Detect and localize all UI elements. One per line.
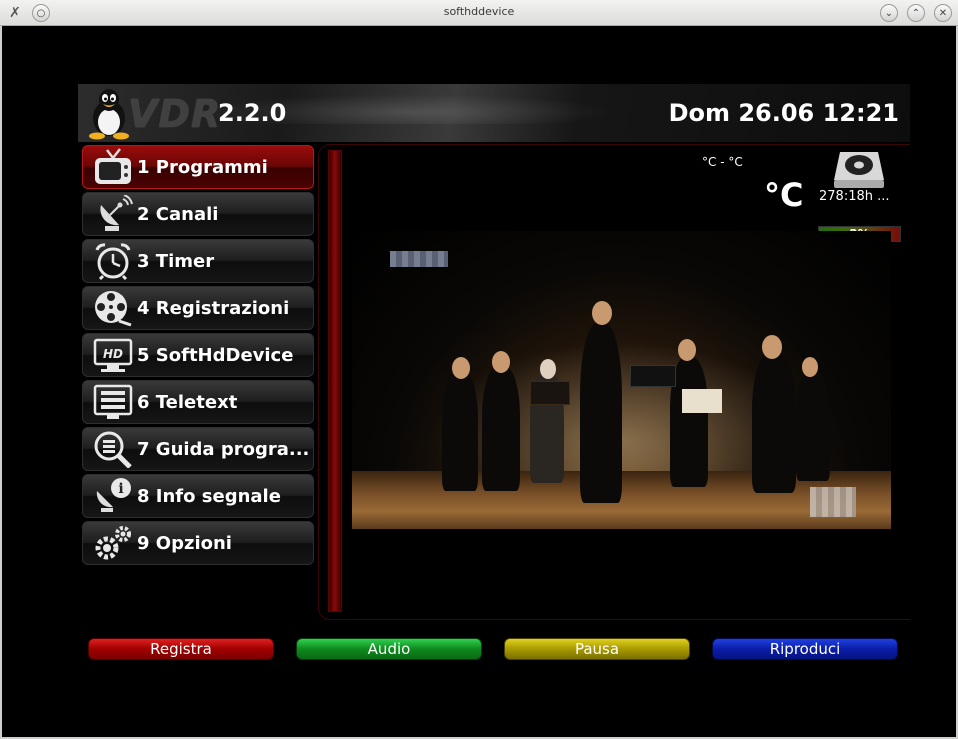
menu-item-label: 4 Registrazioni <box>137 297 290 319</box>
channel-logo-blurred <box>390 251 448 267</box>
svg-text:HD: HD <box>103 347 123 361</box>
close-icon: ✕ <box>938 7 948 19</box>
menu-item-label: 3 Timer <box>137 250 215 272</box>
disk-free-time: 278:18h ... <box>819 189 890 204</box>
maximize-button[interactable]: ⌃ <box>907 4 925 22</box>
alarm-clock-icon <box>89 241 137 281</box>
hd-display-icon: HD <box>89 335 137 375</box>
musician-figure <box>442 371 478 491</box>
hard-disk-icon <box>834 152 884 188</box>
satellite-icon <box>89 194 137 234</box>
window-border-left <box>0 26 2 739</box>
temperature-range: °C - °C <box>702 155 743 169</box>
musician-head <box>540 359 556 379</box>
musician-figure <box>752 353 796 493</box>
scrollbar-track[interactable] <box>328 150 342 612</box>
gears-icon <box>89 523 137 563</box>
conductor-figure <box>580 323 622 503</box>
temperature-value: °C <box>764 176 804 214</box>
svg-text:i: i <box>118 481 123 497</box>
teletext-icon <box>89 382 137 422</box>
menu-item-canali[interactable]: 2 Canali <box>82 192 314 236</box>
close-button[interactable]: ✕ <box>934 4 952 22</box>
conductor-head <box>592 301 612 325</box>
musician-figure <box>482 366 520 491</box>
musician-head <box>678 339 696 361</box>
music-stand <box>530 381 570 405</box>
menu-item-timer[interactable]: 3 Timer <box>82 239 314 283</box>
menu-item-label: 6 Teletext <box>137 391 238 413</box>
tux-penguin-icon <box>89 89 129 140</box>
tv-icon <box>89 147 137 187</box>
menu-item-programmi[interactable]: 1 Programmi <box>82 145 314 189</box>
epg-search-icon <box>89 429 137 469</box>
channel-logo-blurred <box>810 487 856 517</box>
menu-item-label: 9 Opzioni <box>137 532 232 554</box>
vdr-version: 2.2.0 <box>218 99 287 127</box>
signal-info-icon: i <box>89 476 137 516</box>
menu-item-teletext[interactable]: 6 Teletext <box>82 380 314 424</box>
menu-item-registrazioni[interactable]: 4 Registrazioni <box>82 286 314 330</box>
date-time: Dom 26.06 12:21 <box>668 99 899 127</box>
musician-head <box>452 357 470 379</box>
menu-item-softhddevice[interactable]: HD 5 SoftHdDevice <box>82 333 314 377</box>
music-stand <box>630 365 676 387</box>
menu-item-info-segnale[interactable]: i 8 Info segnale <box>82 474 314 518</box>
film-reel-icon <box>89 288 137 328</box>
window-titlebar: ✗ ○ softhddevice ⌄ ⌃ ✕ <box>0 0 958 26</box>
yellow-button-pausa[interactable]: Pausa <box>504 638 690 660</box>
sheet-music <box>682 389 722 413</box>
window-title: softhddevice <box>443 5 515 18</box>
musician-head <box>802 357 818 377</box>
menu-item-label: 8 Info segnale <box>137 485 281 507</box>
menu-item-label: 7 Guida progra... <box>137 438 310 460</box>
menu-item-opzioni[interactable]: 9 Opzioni <box>82 521 314 565</box>
live-video-preview <box>352 231 891 529</box>
musician-figure <box>796 371 830 481</box>
vdr-logo: VDR <box>128 92 222 136</box>
chevron-up-icon: ⌃ <box>911 7 921 19</box>
minimize-button[interactable]: ⌄ <box>880 4 898 22</box>
menu-item-label: 1 Programmi <box>137 156 268 178</box>
musician-head <box>762 335 782 359</box>
menu-item-guida-programmi[interactable]: 7 Guida progra... <box>82 427 314 471</box>
musician-head <box>492 351 510 373</box>
menu-item-label: 2 Canali <box>137 203 219 225</box>
menu-item-label: 5 SoftHdDevice <box>137 344 294 366</box>
red-button-registra[interactable]: Registra <box>88 638 274 660</box>
chevron-down-icon: ⌄ <box>884 7 894 19</box>
green-button-audio[interactable]: Audio <box>296 638 482 660</box>
blue-button-riproduci[interactable]: Riproduci <box>712 638 898 660</box>
